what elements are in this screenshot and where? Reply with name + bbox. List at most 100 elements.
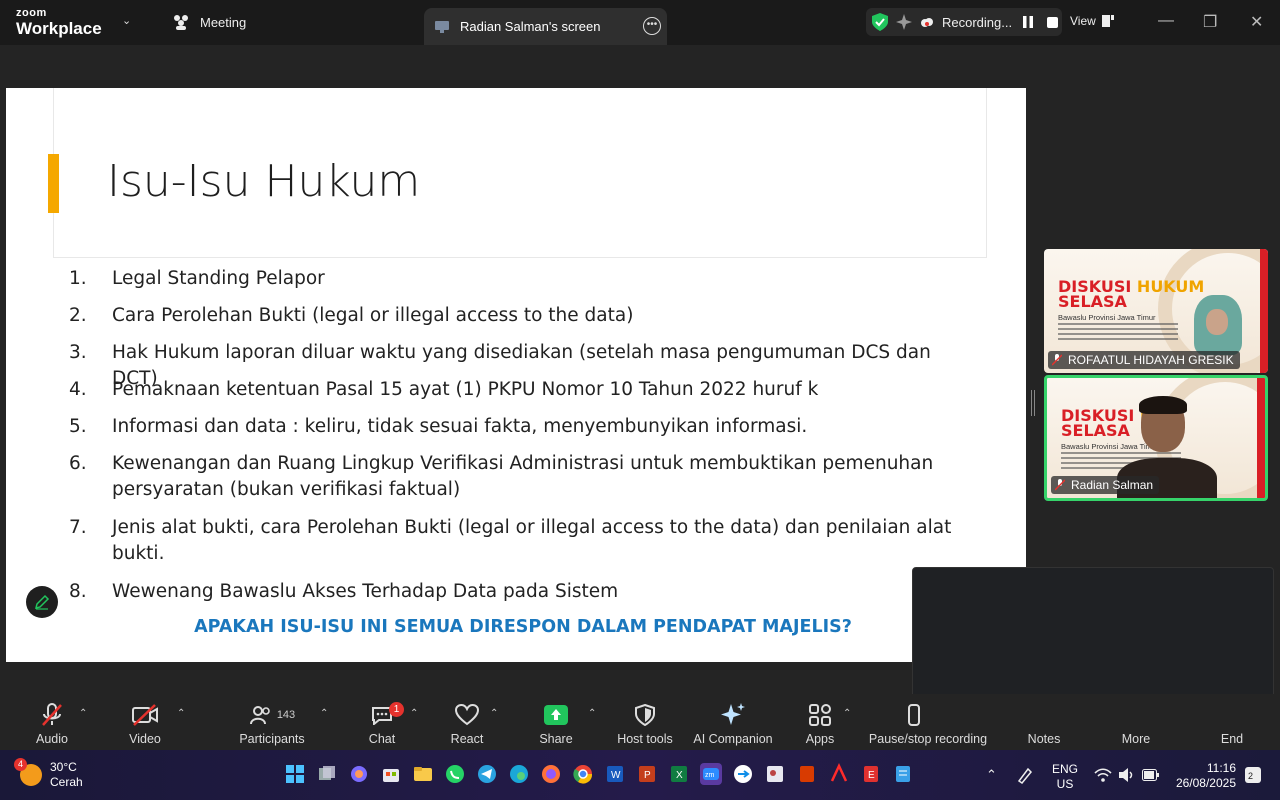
sparkle-icon[interactable]	[896, 14, 912, 30]
title-accent-bar	[48, 154, 59, 213]
firefox-icon[interactable]	[540, 763, 562, 785]
video-tile-active-speaker[interactable]: DISKUSI H SELASA Bawaslu Provinsi Jawa T…	[1044, 375, 1268, 501]
close-icon[interactable]: ✕	[1250, 12, 1263, 32]
notes-button[interactable]: Notes	[1024, 702, 1064, 746]
pdf-reader-icon[interactable]	[796, 763, 818, 785]
share-chevron-icon[interactable]: ⌃	[588, 708, 596, 719]
weather-widget[interactable]: 4 30°C Cerah	[14, 758, 83, 790]
video-button[interactable]: Video	[126, 702, 164, 746]
teamviewer-icon[interactable]	[732, 763, 754, 785]
slide-question: APAKAH ISU-ISU INI SEMUA DIRESPON DALAM …	[194, 617, 852, 637]
ai-sparkle-icon	[721, 703, 745, 725]
audio-options-chevron-icon[interactable]: ⌃	[79, 708, 87, 719]
meeting-toolbar: Audio ⌃ Video ⌃ 143 Participants ⌃ 1 Cha…	[0, 694, 1280, 750]
acrobat-icon[interactable]	[828, 763, 850, 785]
shield-icon	[635, 704, 655, 726]
ai-companion-button[interactable]: AI Companion	[692, 702, 774, 746]
system-clock[interactable]: 11:16 26/08/2025	[1166, 761, 1236, 791]
participants-button[interactable]: 143 Participants	[238, 702, 306, 746]
temperature: 30°C	[50, 760, 77, 774]
host-tools-label: Host tools	[617, 732, 673, 746]
background-text-lines	[1058, 323, 1178, 343]
weather-badge: 4	[14, 758, 27, 771]
item-text: Pemaknaan ketentuan Pasal 15 ayat (1) PK…	[112, 379, 819, 400]
show-hidden-icons-chevron-icon[interactable]: ⌃	[986, 767, 997, 783]
meeting-tab[interactable]: Meeting	[172, 14, 246, 30]
speaker-name: Radian Salman	[1071, 478, 1154, 492]
word-icon[interactable]: W	[604, 763, 626, 785]
excel-icon[interactable]: X	[668, 763, 690, 785]
pause-recording-button[interactable]	[1020, 14, 1036, 30]
share-label: Share	[539, 732, 573, 746]
item-number: 2.	[69, 305, 87, 326]
item-text: Informasi dan data : keliru, tidak sesua…	[112, 416, 808, 437]
people-icon	[174, 15, 188, 30]
end-button[interactable]: End	[1214, 702, 1250, 746]
file-explorer-icon[interactable]	[412, 763, 434, 785]
chrome-icon[interactable]	[572, 763, 594, 785]
chat-button[interactable]: 1 Chat	[366, 702, 404, 746]
annotate-button[interactable]	[26, 586, 58, 618]
whatsapp-icon[interactable]	[444, 763, 466, 785]
participant-name-tag: ROFAATUL HIDAYAH GRESIK	[1048, 351, 1240, 369]
snipping-tool-icon[interactable]	[764, 763, 786, 785]
record-pause-icon	[908, 704, 920, 726]
wifi-icon[interactable]	[1094, 767, 1112, 783]
background-band	[1260, 249, 1268, 373]
share-button[interactable]: Share	[538, 702, 574, 746]
powerpoint-icon[interactable]: P	[636, 763, 658, 785]
chat-chevron-icon[interactable]: ⌃	[410, 708, 418, 719]
more-button[interactable]: More	[1118, 702, 1154, 746]
stop-recording-button[interactable]	[1044, 14, 1060, 30]
apps-button[interactable]: Apps	[802, 702, 838, 746]
video-options-chevron-icon[interactable]: ⌃	[177, 708, 185, 719]
slide-title: Isu-Isu Hukum	[107, 156, 421, 207]
apps-chevron-icon[interactable]: ⌃	[843, 708, 851, 719]
panel-resize-handle[interactable]	[1031, 390, 1035, 416]
windows-start-icon[interactable]	[284, 763, 306, 785]
telegram-icon[interactable]	[476, 763, 498, 785]
item-number: 3.	[69, 342, 87, 363]
speaker-video	[1117, 396, 1217, 498]
react-button[interactable]: React	[448, 702, 486, 746]
zoom-workplace-logo[interactable]: zoom Workplace	[16, 8, 102, 38]
notepad-icon[interactable]	[892, 763, 914, 785]
zoom-icon[interactable]: zm	[700, 763, 722, 785]
input-language[interactable]: ENG US	[1052, 762, 1078, 792]
svg-text:E: E	[868, 770, 875, 781]
layout-icon	[1101, 15, 1114, 27]
react-chevron-icon[interactable]: ⌃	[490, 708, 498, 719]
clock-date: 26/08/2025	[1175, 776, 1236, 790]
pause-stop-recording-button[interactable]: Pause/stop recording	[866, 702, 990, 746]
app-e-icon[interactable]: E	[860, 763, 882, 785]
battery-icon[interactable]	[1142, 769, 1160, 781]
audio-label: Audio	[36, 732, 68, 746]
video-label: Video	[129, 732, 161, 746]
shield-check-icon[interactable]	[872, 13, 888, 31]
shared-screen-tab[interactable]: Radian Salman's screen •••	[424, 8, 667, 45]
svg-text:X: X	[676, 770, 683, 781]
copilot-icon[interactable]	[348, 763, 370, 785]
host-tools-button[interactable]: Host tools	[612, 702, 678, 746]
heading-word: HUKUM	[1136, 277, 1205, 296]
edge-icon[interactable]	[508, 763, 530, 785]
camera-off-icon	[132, 704, 158, 726]
volume-icon[interactable]	[1118, 767, 1136, 783]
item-text: Cara Perolehan Bukti (legal or illegal a…	[112, 305, 634, 326]
pen-input-icon[interactable]	[1016, 766, 1036, 784]
video-tile-participant[interactable]: DISKUSI HUKUM SELASA Bawaslu Provinsi Ja…	[1044, 249, 1268, 373]
store-icon[interactable]	[380, 763, 402, 785]
more-label: More	[1121, 732, 1151, 746]
item-number: 6.	[69, 453, 87, 474]
meeting-label: Meeting	[200, 14, 247, 30]
heading-word: SELASA	[1061, 421, 1130, 440]
restore-icon[interactable]: ❐	[1203, 12, 1217, 32]
audio-button[interactable]: Audio	[34, 702, 70, 746]
chevron-down-icon[interactable]: ⌄	[122, 14, 131, 27]
notifications-icon[interactable]: 2	[1244, 766, 1262, 784]
task-view-icon[interactable]	[316, 763, 338, 785]
minimize-icon[interactable]: —	[1158, 12, 1174, 30]
view-button[interactable]: View	[1070, 14, 1114, 28]
more-options-icon[interactable]: •••	[643, 17, 661, 35]
participants-chevron-icon[interactable]: ⌃	[320, 708, 328, 719]
